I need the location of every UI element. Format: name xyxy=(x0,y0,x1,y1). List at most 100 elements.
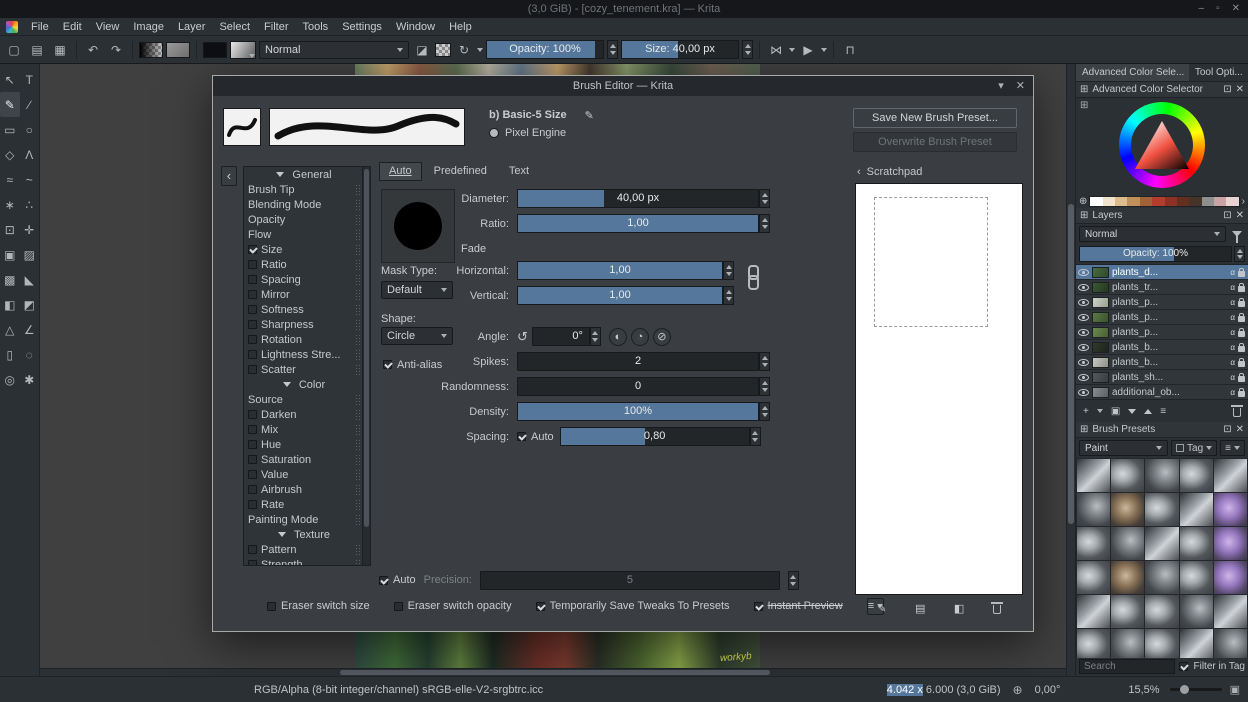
scratchpad-canvas[interactable] xyxy=(855,183,1023,595)
canvas-rotation-reset-icon[interactable]: ⊕ xyxy=(1013,683,1023,697)
opacity-spinner[interactable] xyxy=(607,40,618,59)
tool-pattern[interactable]: ▩ xyxy=(0,267,20,292)
layer-row[interactable]: plants_p... α xyxy=(1076,295,1248,310)
brush-preset-thumb[interactable] xyxy=(1111,595,1145,628)
tool-select-shapes[interactable]: ↖ xyxy=(0,67,20,92)
reload-dropdown-icon[interactable] xyxy=(477,47,483,52)
history-swatch[interactable] xyxy=(1226,196,1239,206)
wrap-around-icon[interactable]: ⊓ xyxy=(840,40,860,60)
dialog-titlebar[interactable]: Brush Editor — Krita ▾ ✕ xyxy=(213,76,1033,96)
minimize-icon[interactable]: – xyxy=(1199,0,1205,18)
option-pattern[interactable]: Pattern xyxy=(244,542,370,557)
foreground-color-swatch[interactable] xyxy=(203,41,227,58)
blending-mode-combo[interactable]: Normal xyxy=(259,40,409,59)
ratio-slider[interactable]: 1,00 xyxy=(517,214,759,233)
new-document-icon[interactable]: ▢ xyxy=(4,40,24,60)
visibility-icon[interactable] xyxy=(1078,373,1089,381)
option-checkbox[interactable] xyxy=(248,350,257,359)
layer-row[interactable]: plants_sh... α xyxy=(1076,370,1248,385)
tool-bezier-curve[interactable]: ≈ xyxy=(0,167,20,192)
visibility-icon[interactable] xyxy=(1078,268,1089,276)
option-painting-mode[interactable]: Painting Mode xyxy=(244,512,370,527)
tool-move[interactable]: ✛ xyxy=(20,217,40,242)
density-slider[interactable]: 100% xyxy=(517,402,759,421)
precision-auto-checkbox[interactable]: Auto xyxy=(379,574,416,586)
option-saturation[interactable]: Saturation xyxy=(244,452,370,467)
option-checkbox[interactable] xyxy=(248,365,257,374)
lock-icon[interactable] xyxy=(1238,327,1245,337)
options-scrollbar[interactable] xyxy=(362,167,370,565)
visibility-icon[interactable] xyxy=(1078,283,1089,291)
option-value[interactable]: Value xyxy=(244,467,370,482)
option-sharpness[interactable]: Sharpness xyxy=(244,317,370,332)
lock-icon[interactable] xyxy=(1238,297,1245,307)
precision-slider[interactable]: 5 xyxy=(479,570,780,590)
inherit-alpha-icon[interactable]: α xyxy=(1230,298,1235,307)
brush-preset-thumb[interactable] xyxy=(1145,459,1179,492)
advanced-color-selector[interactable]: ⊞ xyxy=(1076,98,1248,194)
spacing-spinner[interactable] xyxy=(749,427,761,446)
option-checkbox[interactable] xyxy=(248,260,257,269)
option-softness[interactable]: Softness xyxy=(244,302,370,317)
option-rotation[interactable]: Rotation xyxy=(244,332,370,347)
tag-button[interactable]: Tag xyxy=(1171,440,1218,456)
brush-preset-thumb[interactable] xyxy=(1077,629,1111,658)
spikes-spinner[interactable] xyxy=(759,352,770,371)
option-checkbox[interactable] xyxy=(248,245,257,254)
history-swatch[interactable] xyxy=(1115,196,1128,206)
menu-select[interactable]: Select xyxy=(212,18,257,36)
dialog-detach-icon[interactable]: ▾ xyxy=(998,76,1004,96)
dialog-close-icon[interactable]: ✕ xyxy=(1016,76,1025,96)
preset-tag-filter-combo[interactable]: Paint xyxy=(1079,440,1169,456)
gradient-chooser[interactable] xyxy=(139,41,163,58)
mirror-vertical-dropdown-icon[interactable] xyxy=(821,47,827,52)
mirror-horizontal-dropdown-icon[interactable] xyxy=(789,47,795,52)
fade-vertical-spinner[interactable] xyxy=(723,286,734,305)
option-spacing[interactable]: Spacing xyxy=(244,272,370,287)
option-checkbox[interactable] xyxy=(248,320,257,329)
brush-preset-thumb[interactable] xyxy=(1111,629,1145,658)
brush-preset-thumb[interactable] xyxy=(1077,561,1111,594)
history-swatch[interactable] xyxy=(1090,196,1103,206)
option-source[interactable]: Source xyxy=(244,392,370,407)
eraser-switch-opacity-checkbox[interactable]: Eraser switch opacity xyxy=(393,600,512,612)
tool-fill[interactable]: ◧ xyxy=(0,292,20,317)
tab-auto[interactable]: Auto xyxy=(379,162,422,181)
history-swatch[interactable] xyxy=(1201,196,1214,206)
float-docker-icon[interactable]: ⊡ xyxy=(1223,210,1231,221)
brush-preset-thumb[interactable] xyxy=(1179,595,1213,628)
history-scroll-icon[interactable]: › xyxy=(1242,196,1245,207)
fade-horizontal-slider[interactable]: 1,00 xyxy=(517,261,723,280)
spacing-auto-checkbox[interactable]: Auto xyxy=(517,431,554,443)
inherit-alpha-icon[interactable]: α xyxy=(1230,343,1235,352)
fade-vertical-slider[interactable]: 1,00 xyxy=(517,286,723,305)
brush-preset-thumb[interactable] xyxy=(1213,595,1247,628)
fade-horizontal-spinner[interactable] xyxy=(723,261,734,280)
canvas-hscrollbar[interactable] xyxy=(40,668,1066,676)
dock-tab-advanced-color-selector[interactable]: Advanced Color Sele... xyxy=(1076,64,1189,81)
save-new-preset-button[interactable]: Save New Brush Preset... xyxy=(853,108,1017,128)
tool-text[interactable]: T xyxy=(20,67,40,92)
redo-icon[interactable]: ↷ xyxy=(106,40,126,60)
menu-tools[interactable]: Tools xyxy=(296,18,336,36)
brush-preset-thumb[interactable] xyxy=(1145,561,1179,594)
tool-zoom[interactable]: ◎ xyxy=(0,367,20,392)
layer-row[interactable]: plants_b... α xyxy=(1076,355,1248,370)
spacing-slider[interactable]: 0,80 xyxy=(559,427,750,446)
undo-icon[interactable]: ↶ xyxy=(83,40,103,60)
visibility-icon[interactable] xyxy=(1078,298,1089,306)
inherit-alpha-icon[interactable]: α xyxy=(1230,328,1235,337)
option-section-color[interactable]: Color xyxy=(244,377,370,392)
preset-search-input[interactable] xyxy=(1079,658,1176,674)
brush-preset-thumb[interactable] xyxy=(1179,527,1213,560)
brush-preset-thumb[interactable] xyxy=(1077,459,1111,492)
scratchpad-clear-icon[interactable] xyxy=(990,602,1003,614)
pattern-chooser[interactable] xyxy=(166,41,190,58)
angle-option2-icon[interactable]: ◔ xyxy=(630,327,649,346)
tool-polygon[interactable]: ◇ xyxy=(0,142,20,167)
option-section-texture[interactable]: Texture xyxy=(244,527,370,542)
option-checkbox[interactable] xyxy=(248,545,257,554)
angle-dial-icon[interactable]: ↺ xyxy=(517,329,528,345)
tool-pan[interactable]: ✱ xyxy=(20,367,40,392)
delete-layer-icon[interactable] xyxy=(1231,405,1243,417)
